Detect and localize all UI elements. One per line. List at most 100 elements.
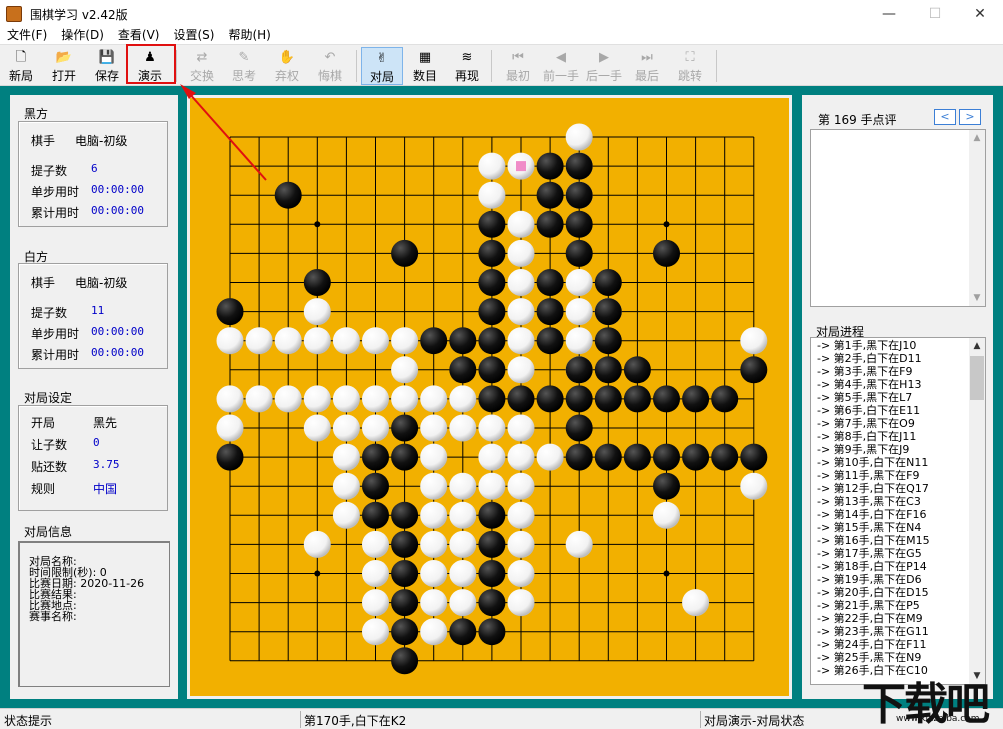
- white-stone: [420, 444, 447, 471]
- toolbar-duiju-button[interactable]: ✌对局: [361, 47, 403, 85]
- move-list-item[interactable]: -> 第5手,黑下在L7: [817, 391, 912, 404]
- black-stone: [537, 269, 564, 296]
- scroll-down-icon[interactable]: ▼: [969, 290, 985, 306]
- close-button[interactable]: ✕: [957, 0, 1003, 28]
- black-stone: [362, 473, 389, 500]
- toolbar-replay-label: 再现: [455, 67, 479, 84]
- move-list-item[interactable]: -> 第8手,白下在J11: [817, 430, 916, 443]
- white-stone: [420, 560, 447, 587]
- menu-file[interactable]: 文件(F): [0, 28, 54, 44]
- comment-scrollbar[interactable]: ▲ ▼: [969, 130, 985, 306]
- toolbar-replay-button[interactable]: ≋再现: [446, 47, 488, 85]
- black-stone: [420, 327, 447, 354]
- white-stone: [508, 531, 535, 558]
- board-grid[interactable]: [190, 98, 789, 696]
- white-stone: [304, 327, 331, 354]
- toolbar-jump-button[interactable]: ⛶跳转: [669, 47, 711, 85]
- move-list-item[interactable]: -> 第10手,白下在N11: [817, 456, 928, 469]
- toolbar-resign-button[interactable]: ✋弃权: [266, 47, 308, 85]
- move-list-item[interactable]: -> 第1手,黑下在J10: [817, 339, 916, 352]
- move-list-item[interactable]: -> 第21手,黑下在P5: [817, 599, 920, 612]
- toolbar-undo-button[interactable]: ↶悔棋: [309, 47, 351, 85]
- move-list-item[interactable]: -> 第2手,白下在D11: [817, 352, 922, 365]
- move-list-scrollbar[interactable]: ▲ ▼: [969, 338, 985, 684]
- move-list[interactable]: ▲ ▼ -> 第1手,黑下在J10-> 第2手,白下在D11-> 第3手,黑下在…: [810, 337, 986, 685]
- menu-operate[interactable]: 操作(D): [54, 28, 111, 44]
- status-bar: 状态提示 第170手,白下在K2 对局演示-对局状态: [0, 708, 1003, 729]
- white-stone: [508, 560, 535, 587]
- count-icon: ▦: [416, 50, 434, 66]
- black-stone: [624, 385, 651, 412]
- white-stone: [333, 385, 360, 412]
- comment-textarea[interactable]: ▲ ▼: [810, 129, 986, 307]
- menu-help[interactable]: 帮助(H): [221, 28, 277, 44]
- toolbar-first-button[interactable]: ⏮最初: [497, 47, 539, 85]
- move-list-item[interactable]: -> 第14手,白下在F16: [817, 508, 927, 521]
- scroll-up-icon[interactable]: ▲: [969, 130, 985, 146]
- star-point: [314, 221, 320, 227]
- move-list-item[interactable]: -> 第18手,白下在P14: [817, 560, 927, 573]
- right-panel: 第 169 手点评 < > ▲ ▼ 对局进程 ▲ ▼ -> 第1手,黑下在J10…: [802, 95, 993, 699]
- white-stone: [449, 531, 476, 558]
- toolbar-next-button[interactable]: ▶后一手: [583, 47, 625, 85]
- minimize-button[interactable]: —: [866, 0, 912, 28]
- move-list-item[interactable]: -> 第11手,黑下在F9: [817, 469, 920, 482]
- move-list-item[interactable]: -> 第3手,黑下在F9: [817, 365, 913, 378]
- move-list-item[interactable]: -> 第9手,黑下在J9: [817, 443, 909, 456]
- move-list-item[interactable]: -> 第20手,白下在D15: [817, 586, 929, 599]
- watermark-url: www.xiazaiba.com: [896, 714, 980, 724]
- move-list-item[interactable]: -> 第7手,黑下在O9: [817, 417, 915, 430]
- toolbar-swap-button[interactable]: ⇄交换: [181, 47, 223, 85]
- white-stone: [508, 502, 535, 529]
- toolbar-prev-button[interactable]: ◀前一手: [540, 47, 582, 85]
- move-list-item[interactable]: -> 第23手,黑下在G11: [817, 625, 929, 638]
- prev-comment-button[interactable]: <: [934, 109, 956, 125]
- white-total-time-label: 累计用时: [31, 346, 79, 363]
- black-stone: [478, 502, 505, 529]
- move-list-item[interactable]: -> 第16手,白下在M15: [817, 534, 930, 547]
- white-stone: [333, 415, 360, 442]
- move-list-item[interactable]: -> 第6手,白下在E11: [817, 404, 920, 417]
- opening-label: 开局: [31, 414, 55, 431]
- move-list-item[interactable]: -> 第24手,白下在F11: [817, 638, 927, 651]
- black-stone: [566, 415, 593, 442]
- scroll-thumb[interactable]: [970, 356, 984, 400]
- white-stone: [508, 356, 535, 383]
- last-move-marker: [516, 161, 526, 171]
- menu-settings[interactable]: 设置(S): [166, 28, 221, 44]
- white-stone: [740, 473, 767, 500]
- black-stone: [217, 298, 244, 325]
- star-point: [664, 571, 670, 577]
- move-list-item[interactable]: -> 第13手,黑下在C3: [817, 495, 921, 508]
- move-list-item[interactable]: -> 第12手,白下在Q17: [817, 482, 929, 495]
- toolbar-open-button[interactable]: 📂打开: [43, 47, 85, 85]
- scroll-up-icon[interactable]: ▲: [969, 338, 985, 354]
- move-list-item[interactable]: -> 第4手,黑下在H13: [817, 378, 921, 391]
- next-comment-button[interactable]: >: [959, 109, 981, 125]
- toolbar-think-button[interactable]: ✎思考: [223, 47, 265, 85]
- move-list-item[interactable]: -> 第19手,黑下在D6: [817, 573, 922, 586]
- black-stone: [537, 182, 564, 209]
- white-stone: [566, 298, 593, 325]
- menu-view[interactable]: 查看(V): [111, 28, 167, 44]
- toolbar-last-button[interactable]: ⏭最后: [626, 47, 668, 85]
- black-stone: [682, 385, 709, 412]
- toolbar-new-button[interactable]: 🗋新局: [0, 47, 42, 85]
- white-stone: [391, 356, 418, 383]
- go-board[interactable]: [190, 98, 789, 696]
- black-stone: [711, 385, 738, 412]
- move-list-item[interactable]: -> 第25手,黑下在N9: [817, 651, 921, 664]
- black-stone: [566, 385, 593, 412]
- toolbar-count-button[interactable]: ▦数目: [404, 47, 446, 85]
- move-list-item[interactable]: -> 第17手,黑下在G5: [817, 547, 922, 560]
- black-total-time-value: 00:00:00: [91, 204, 144, 217]
- toolbar-prev-label: 前一手: [543, 67, 579, 84]
- black-stone: [391, 560, 418, 587]
- maximize-button[interactable]: ☐: [912, 0, 958, 28]
- toolbar-save-button[interactable]: 💾保存: [86, 47, 128, 85]
- move-list-item[interactable]: -> 第22手,白下在M9: [817, 612, 923, 625]
- toolbar-open-label: 打开: [52, 67, 76, 84]
- black-stone: [508, 385, 535, 412]
- black-stone: [682, 444, 709, 471]
- move-list-item[interactable]: -> 第15手,黑下在N4: [817, 521, 921, 534]
